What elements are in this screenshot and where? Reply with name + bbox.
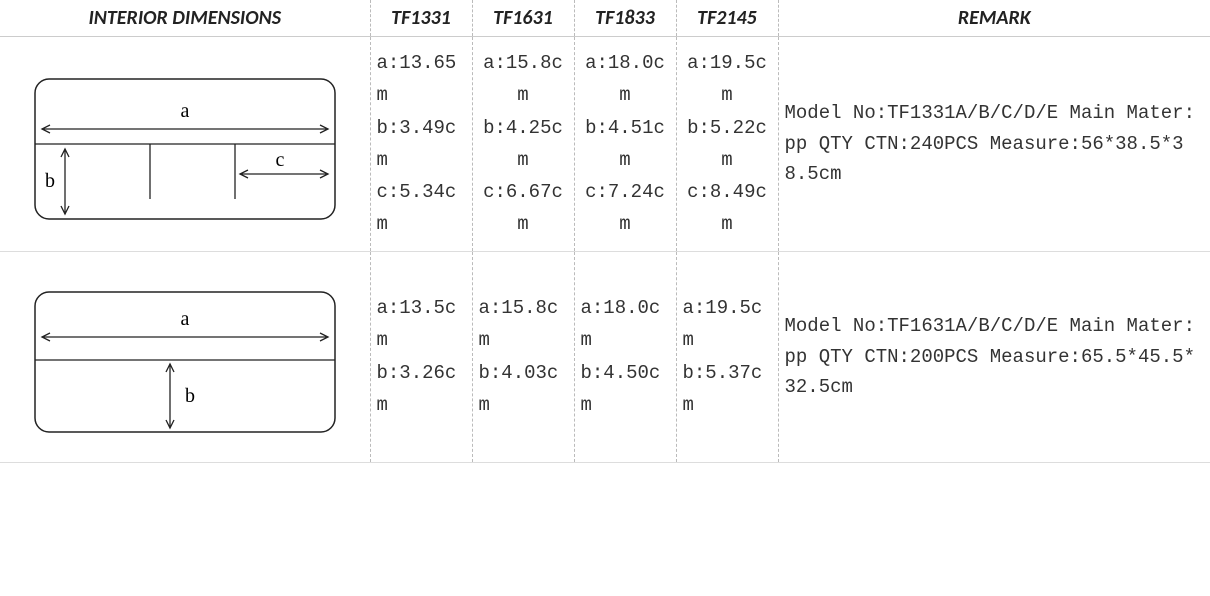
diagram-label-a: a <box>180 100 189 122</box>
interior-diagram-abc-icon: a b c <box>20 59 350 229</box>
cell-remark: Model No:TF1631A/B/C/D/E Main Mater:pp Q… <box>778 251 1210 462</box>
cell-tf1833: a:18.0cm b:4.50cm <box>574 251 676 462</box>
header-tf1631: TF1631 <box>472 0 574 37</box>
diagram-cell-ab: a b <box>0 251 370 462</box>
diagram-label-b: b <box>185 385 195 407</box>
cell-tf1331: a:13.65m b:3.49cm c:5.34cm <box>370 37 472 252</box>
header-tf1833: TF1833 <box>574 0 676 37</box>
diagram-label-a: a <box>180 308 189 330</box>
header-row: INTERIOR DIMENSIONS TF1331 TF1631 TF1833… <box>0 0 1210 37</box>
cell-tf1631: a:15.8cm b:4.25cm c:6.67cm <box>472 37 574 252</box>
cell-tf2145: a:19.5cm b:5.22cm c:8.49cm <box>676 37 778 252</box>
cell-tf1833: a:18.0cm b:4.51cm c:7.24cm <box>574 37 676 252</box>
diagram-label-c: c <box>275 149 284 171</box>
dimensions-table: INTERIOR DIMENSIONS TF1331 TF1631 TF1833… <box>0 0 1210 463</box>
table-row: a b c a:13.65m <box>0 37 1210 252</box>
header-remark: REMARK <box>778 0 1210 37</box>
interior-diagram-ab-icon: a b <box>20 272 350 442</box>
cell-remark: Model No:TF1331A/B/C/D/E Main Mater:pp Q… <box>778 37 1210 252</box>
header-tf1331: TF1331 <box>370 0 472 37</box>
cell-tf2145: a:19.5cm b:5.37cm <box>676 251 778 462</box>
diagram-label-b: b <box>45 170 55 192</box>
diagram-cell-abc: a b c <box>0 37 370 252</box>
cell-tf1331: a:13.5cm b:3.26cm <box>370 251 472 462</box>
table-row: a b a:13.5cm b:3.26cm a:15.8cm b:4.03cm … <box>0 251 1210 462</box>
header-tf2145: TF2145 <box>676 0 778 37</box>
cell-tf1631: a:15.8cm b:4.03cm <box>472 251 574 462</box>
header-interior-dimensions: INTERIOR DIMENSIONS <box>0 0 370 37</box>
